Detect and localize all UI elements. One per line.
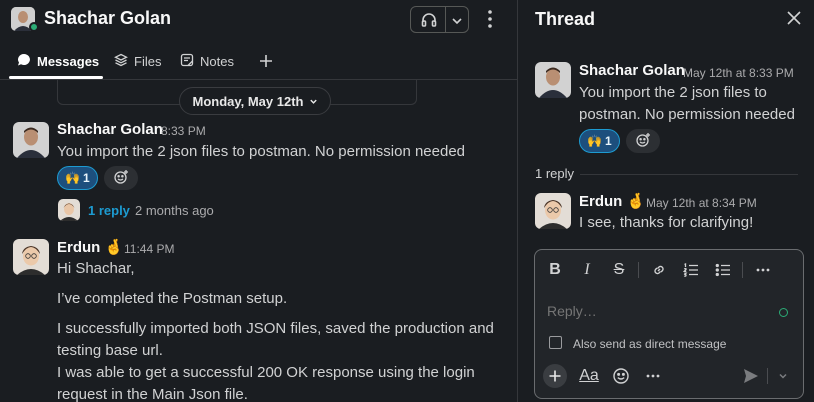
close-icon[interactable] <box>786 10 802 26</box>
message-timestamp[interactable]: May 12th at 8:33 PM <box>683 66 794 80</box>
add-emoji-icon <box>113 169 129 190</box>
reaction-emoji: 🙌 <box>587 134 602 148</box>
avatar[interactable] <box>535 62 571 98</box>
bulleted-list-icon[interactable] <box>713 260 733 280</box>
message-author[interactable]: Shachar Golan <box>579 62 685 79</box>
message-timestamp[interactable]: 11:44 PM <box>124 242 174 256</box>
message-text: I was able to get a successful 200 OK re… <box>57 364 475 381</box>
tab-messages[interactable]: Messages <box>17 44 99 79</box>
add-tab-icon[interactable] <box>258 53 274 69</box>
message-timestamp[interactable]: May 12th at 8:34 PM <box>646 196 757 210</box>
message-author[interactable]: Erdun 🤞 <box>579 192 645 210</box>
divider <box>580 174 798 175</box>
message-text: testing base url. <box>57 342 163 359</box>
link-icon[interactable] <box>649 260 669 280</box>
status-indicator <box>779 308 788 317</box>
reply-input[interactable] <box>547 300 777 322</box>
status-emoji: 🤞 <box>104 239 124 256</box>
add-emoji-icon <box>635 132 651 153</box>
replies-count: 1 reply <box>535 166 575 181</box>
avatar[interactable] <box>535 193 571 229</box>
tab-label: Notes <box>200 54 234 69</box>
more-actions-icon[interactable] <box>641 364 665 388</box>
divider <box>767 368 768 384</box>
message-author[interactable]: Shachar Golan <box>57 121 163 138</box>
message-text: I see, thanks for clarifying! <box>579 214 754 231</box>
chevron-down-icon <box>309 94 318 109</box>
more-formatting-icon[interactable] <box>753 260 773 280</box>
reaction-pill[interactable]: 🙌 1 <box>57 166 98 190</box>
italic-icon[interactable]: I <box>577 260 597 280</box>
files-stack-icon <box>114 53 128 70</box>
channel-title[interactable]: Shachar Golan <box>44 8 171 29</box>
date-divider[interactable]: Monday, May 12th <box>179 87 331 115</box>
add-reaction-button[interactable] <box>104 166 138 190</box>
tab-notes[interactable]: Notes <box>180 44 234 79</box>
divider <box>638 262 639 278</box>
send-icon[interactable] <box>739 364 763 388</box>
author-name: Erdun <box>57 239 101 256</box>
add-reaction-button[interactable] <box>626 129 660 153</box>
reaction-count: 1 <box>604 134 612 148</box>
presence-indicator <box>29 22 39 32</box>
huddle-button[interactable] <box>410 6 469 33</box>
reaction-emoji: 🙌 <box>65 171 80 185</box>
plus-icon[interactable] <box>543 364 567 388</box>
tab-label: Messages <box>37 54 100 69</box>
avatar[interactable] <box>13 122 49 158</box>
reaction-count: 1 <box>82 171 90 185</box>
divider <box>742 262 743 278</box>
channel-tabs: Messages Files Notes <box>0 44 517 80</box>
also-send-label: Also send as direct message <box>573 337 727 351</box>
reply-composer: B I S Also send as direct message Aa <box>534 249 804 399</box>
avatar[interactable] <box>13 239 49 275</box>
message-text: I’ve completed the Postman setup. <box>57 290 288 307</box>
message-text: Hi Shachar, <box>57 260 135 277</box>
notes-icon <box>180 53 194 70</box>
channel-pane: Shachar Golan Messages Files Notes Monda… <box>0 0 517 402</box>
headphones-icon <box>420 11 438 34</box>
message-timestamp[interactable]: 8:33 PM <box>161 124 206 138</box>
message-bubble-icon <box>17 53 31 70</box>
message-author[interactable]: Erdun 🤞 <box>57 238 123 256</box>
active-tab-indicator <box>9 76 103 79</box>
thread-replies-link[interactable]: 1 reply <box>88 203 130 218</box>
bold-icon[interactable]: B <box>545 260 565 280</box>
chevron-down-icon[interactable] <box>771 364 795 388</box>
thread-last-reply-time: 2 months ago <box>135 203 214 218</box>
divider <box>445 7 446 32</box>
chevron-down-icon[interactable] <box>451 14 463 32</box>
message-text: You import the 2 json files to postman. … <box>579 84 795 123</box>
tab-label: Files <box>134 54 162 69</box>
strikethrough-icon[interactable]: S <box>609 260 629 280</box>
numbered-list-icon[interactable] <box>681 260 701 280</box>
reaction-pill[interactable]: 🙌 1 <box>579 129 620 153</box>
reply-avatar <box>58 199 80 221</box>
thread-title: Thread <box>535 9 596 29</box>
also-send-checkbox[interactable] <box>549 336 562 349</box>
message-text: request in the Main Json file. <box>57 386 248 402</box>
status-emoji: 🤞 <box>626 193 646 210</box>
tab-files[interactable]: Files <box>114 44 161 79</box>
message-text: You import the 2 json files to postman. … <box>57 143 466 160</box>
more-options-icon[interactable] <box>482 8 498 30</box>
emoji-icon[interactable] <box>609 364 633 388</box>
format-toggle-button[interactable]: Aa <box>577 364 601 388</box>
thread-pane: Thread Shachar Golan May 12th at 8:33 PM… <box>517 0 814 402</box>
message-text: I successfully imported both JSON files,… <box>57 320 494 337</box>
date-label: Monday, May 12th <box>192 93 304 109</box>
author-name: Erdun <box>579 193 623 210</box>
channel-header: Shachar Golan <box>0 0 517 40</box>
